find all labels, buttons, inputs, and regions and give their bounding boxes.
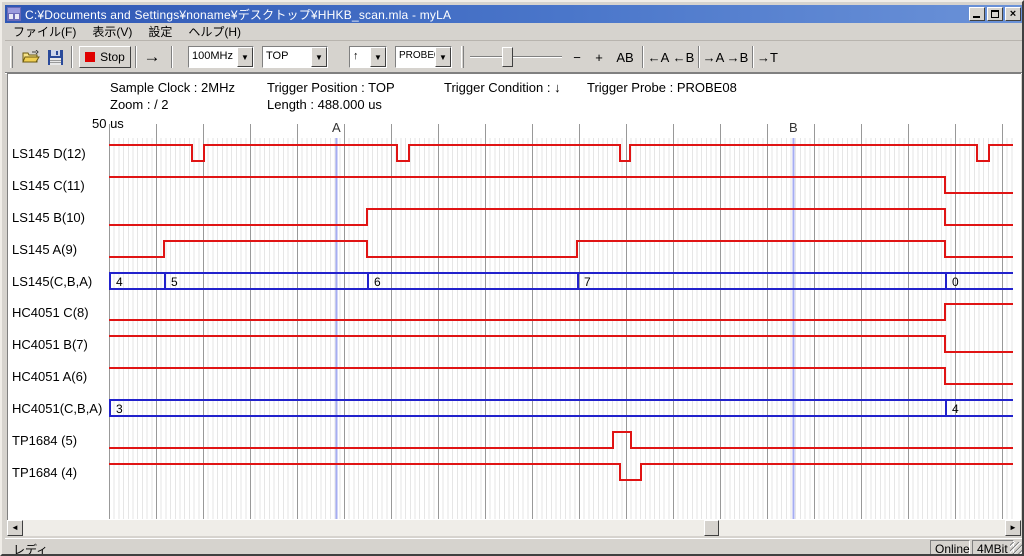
stop-button[interactable]: Stop <box>79 46 131 68</box>
goto-trigger-button[interactable]: →T <box>756 46 779 68</box>
status-bar: レディ Online 4MBit <box>5 538 1023 555</box>
info-zoom: Zoom : / 2 <box>110 97 169 112</box>
digital-trace <box>109 368 1013 384</box>
open-folder-icon <box>22 50 40 64</box>
info-sample-clock: Sample Clock : 2MHz <box>110 80 235 95</box>
info-trigger-position: Trigger Position : TOP <box>267 80 395 95</box>
digital-trace <box>109 177 1013 193</box>
zoom-ab-button[interactable]: AB <box>612 46 638 68</box>
status-online: Online <box>930 540 970 555</box>
app-window: C:¥Documents and Settings¥noname¥デスクトップ¥… <box>0 0 1024 556</box>
channel-label: TP1684 (4) <box>12 465 77 480</box>
toolbar: Stop → 100MHz ▼ TOP ▼ ↑ ▼ PROBE00 ▼ <box>5 41 1023 73</box>
bus-value-label: 6 <box>374 275 381 289</box>
probe-value: PROBE00 <box>396 47 435 67</box>
channel-label: HC4051 B(7) <box>12 337 88 352</box>
marker-b-label[interactable]: B <box>789 120 798 135</box>
trigger-position-combo[interactable]: TOP ▼ <box>262 46 328 68</box>
app-icon <box>7 7 21 21</box>
probe-dropdown-icon[interactable]: ▼ <box>435 47 451 67</box>
menu-bar: ファイル(F) 表示(V) 設定 ヘルプ(H) <box>5 23 1023 41</box>
scrollbar-thumb[interactable] <box>704 520 719 536</box>
digital-trace <box>109 464 1013 480</box>
maximize-button[interactable] <box>987 7 1003 21</box>
waveform-plot[interactable]: 4567034AB <box>109 124 1013 519</box>
bus-value-label: 4 <box>952 402 959 416</box>
scroll-right-button[interactable]: ► <box>1005 520 1021 536</box>
channel-label: HC4051 C(8) <box>12 305 89 320</box>
minimize-icon <box>973 16 980 18</box>
bus-value-label: 4 <box>116 275 123 289</box>
resize-grip[interactable] <box>1010 542 1022 554</box>
info-trigger-condition: Trigger Condition : ↓ <box>444 80 561 95</box>
probe-combo[interactable]: PROBE00 ▼ <box>395 46 452 68</box>
set-marker-b-button[interactable]: →B <box>726 46 749 68</box>
channel-label: HC4051(C,B,A) <box>12 401 102 416</box>
menu-settings[interactable]: 設定 <box>140 22 180 41</box>
channel-label: LS145 C(11) <box>12 178 85 193</box>
menu-view[interactable]: 表示(V) <box>84 22 140 41</box>
scroll-left-button[interactable]: ◄ <box>7 520 23 536</box>
marker-a-label[interactable]: A <box>332 120 341 135</box>
sample-rate-combo[interactable]: 100MHz ▼ <box>188 46 254 68</box>
sample-rate-dropdown-icon[interactable]: ▼ <box>237 47 253 67</box>
digital-trace <box>109 336 1013 352</box>
minimize-button[interactable] <box>969 7 985 21</box>
channel-label: LS145 B(10) <box>12 210 85 225</box>
goto-marker-a-button[interactable]: ←A <box>647 46 670 68</box>
zoom-slider-track[interactable] <box>470 56 562 58</box>
save-button[interactable] <box>46 46 64 68</box>
digital-trace <box>109 209 1013 225</box>
close-icon: × <box>1010 8 1016 20</box>
sample-rate-value: 100MHz <box>189 47 237 67</box>
channel-label: LS145(C,B,A) <box>12 274 92 289</box>
zoom-in-button[interactable]: + <box>590 46 608 68</box>
bus-value-label: 0 <box>952 275 959 289</box>
open-file-button[interactable] <box>21 46 41 68</box>
channel-label: LS145 A(9) <box>12 242 77 257</box>
set-marker-a-button[interactable]: →A <box>702 46 725 68</box>
close-button[interactable]: × <box>1005 7 1021 21</box>
run-button[interactable]: → <box>138 46 166 68</box>
info-length: Length : 488.000 us <box>267 97 382 112</box>
menu-file[interactable]: ファイル(F) <box>5 22 84 41</box>
floppy-disk-icon <box>48 50 63 65</box>
bus-value-label: 3 <box>116 402 123 416</box>
title-bar[interactable]: C:¥Documents and Settings¥noname¥デスクトップ¥… <box>5 5 1023 23</box>
window-title: C:¥Documents and Settings¥noname¥デスクトップ¥… <box>25 6 969 23</box>
digital-trace <box>109 304 1013 320</box>
waveform-svg: 4 5 6 7 0 3 4 <box>109 124 1013 519</box>
trigger-position-value: TOP <box>263 47 311 67</box>
maximize-icon <box>991 10 999 18</box>
menu-help[interactable]: ヘルプ(H) <box>180 22 249 41</box>
run-arrow-icon: → <box>144 47 161 67</box>
trigger-edge-value: ↑ <box>350 47 370 67</box>
trigger-edge-dropdown-icon[interactable]: ▼ <box>370 47 386 67</box>
goto-marker-b-button[interactable]: ←B <box>672 46 695 68</box>
channel-label: LS145 D(12) <box>12 146 86 161</box>
status-message: レディ <box>13 541 48 556</box>
zoom-slider-thumb[interactable] <box>502 47 513 67</box>
digital-trace <box>109 432 1013 448</box>
digital-trace <box>109 241 1013 257</box>
info-trigger-probe: Trigger Probe : PROBE08 <box>587 80 737 95</box>
stop-icon <box>85 52 95 62</box>
channel-label: HC4051 A(6) <box>12 369 87 384</box>
bus-value-label: 7 <box>584 275 591 289</box>
stop-label: Stop <box>100 50 125 64</box>
trigger-edge-combo[interactable]: ↑ ▼ <box>349 46 387 68</box>
channel-label: TP1684 (5) <box>12 433 77 448</box>
zoom-out-button[interactable]: − <box>568 46 586 68</box>
digital-trace <box>109 145 1013 161</box>
horizontal-scrollbar[interactable]: ◄ ► <box>7 520 1021 536</box>
scroll-left-icon: ◄ <box>11 523 19 532</box>
trigger-position-dropdown-icon[interactable]: ▼ <box>311 47 327 67</box>
bus-value-label: 5 <box>171 275 178 289</box>
status-memory: 4MBit <box>972 540 1014 555</box>
scroll-right-icon: ► <box>1009 523 1017 532</box>
